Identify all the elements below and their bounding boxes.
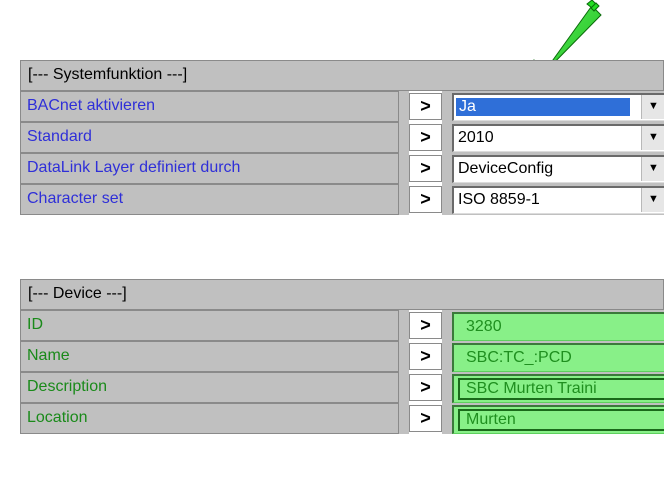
section-title: [--- Systemfunktion ---]	[28, 66, 188, 83]
row-label-description: Description	[20, 372, 399, 403]
edit-button-name[interactable]: >	[409, 343, 442, 370]
dropdown-button[interactable]: ▼	[641, 188, 664, 212]
label-text: BACnet aktivieren	[27, 97, 156, 114]
label-text: Location	[27, 409, 88, 426]
chevron-right-icon: >	[420, 377, 431, 397]
label-text: Name	[27, 347, 70, 364]
chevron-right-icon: >	[420, 315, 431, 335]
row-gap	[399, 341, 409, 372]
chevron-right-icon: >	[420, 189, 431, 209]
select-value: 2010	[458, 129, 494, 146]
row-gap	[399, 122, 409, 153]
row-label-character-set: Character set	[20, 184, 399, 215]
chevron-down-icon: ▼	[648, 162, 659, 174]
section-header-device: [--- Device ---]	[20, 279, 664, 310]
row-label-name: Name	[20, 341, 399, 372]
dropdown-button[interactable]: ▼	[641, 157, 664, 181]
row-label-datalink-layer: DataLink Layer definiert durch	[20, 153, 399, 184]
label-text: Description	[27, 378, 108, 395]
row-gap	[399, 403, 409, 434]
id-field[interactable]: 3280	[452, 312, 664, 341]
dropdown-button[interactable]: ▼	[641, 95, 664, 119]
section-title: [--- Device ---]	[28, 285, 127, 302]
chevron-right-icon: >	[420, 408, 431, 428]
chevron-right-icon: >	[420, 127, 431, 147]
edit-button-id[interactable]: >	[409, 312, 442, 339]
edit-button-character-set[interactable]: >	[409, 186, 442, 213]
field-value: SBC Murten Traini	[466, 380, 597, 397]
section-header-systemfunktion: [--- Systemfunktion ---]	[20, 60, 664, 91]
edit-button-location[interactable]: >	[409, 405, 442, 432]
label-text: Character set	[27, 190, 124, 207]
location-field[interactable]: Murten	[452, 405, 664, 434]
select-value: Ja	[456, 98, 630, 116]
row-gap	[399, 91, 409, 122]
character-set-select[interactable]: ISO 8859-1 ▼	[452, 186, 664, 214]
chevron-right-icon: >	[420, 158, 431, 178]
row-label-location: Location	[20, 403, 399, 434]
standard-select[interactable]: 2010 ▼	[452, 124, 664, 152]
select-value: DeviceConfig	[458, 160, 554, 177]
name-field[interactable]: SBC:TC_:PCD	[452, 343, 664, 372]
row-gap	[399, 372, 409, 403]
select-value: ISO 8859-1	[458, 191, 540, 208]
chevron-right-icon: >	[420, 346, 431, 366]
label-text: Standard	[27, 128, 92, 145]
chevron-down-icon: ▼	[648, 131, 659, 143]
bacnet-aktivieren-select[interactable]: Ja ▼	[452, 93, 664, 121]
field-value: Murten	[466, 411, 516, 428]
row-gap	[399, 310, 409, 341]
label-text: ID	[27, 316, 43, 333]
datalink-layer-select[interactable]: DeviceConfig ▼	[452, 155, 664, 183]
dropdown-button[interactable]: ▼	[641, 126, 664, 150]
row-label-id: ID	[20, 310, 399, 341]
row-gap	[399, 184, 409, 215]
field-value: 3280	[466, 318, 502, 335]
edit-button-standard[interactable]: >	[409, 124, 442, 151]
label-text: DataLink Layer definiert durch	[27, 159, 241, 176]
chevron-right-icon: >	[420, 96, 431, 116]
row-gap	[399, 153, 409, 184]
chevron-down-icon: ▼	[648, 193, 659, 205]
edit-button-datalink-layer[interactable]: >	[409, 155, 442, 182]
field-value: SBC:TC_:PCD	[466, 349, 572, 366]
row-label-standard: Standard	[20, 122, 399, 153]
row-label-bacnet-aktivieren: BACnet aktivieren	[20, 91, 399, 122]
edit-button-description[interactable]: >	[409, 374, 442, 401]
edit-button-bacnet-aktivieren[interactable]: >	[409, 93, 442, 120]
chevron-down-icon: ▼	[648, 100, 659, 112]
description-field[interactable]: SBC Murten Traini	[452, 374, 664, 403]
